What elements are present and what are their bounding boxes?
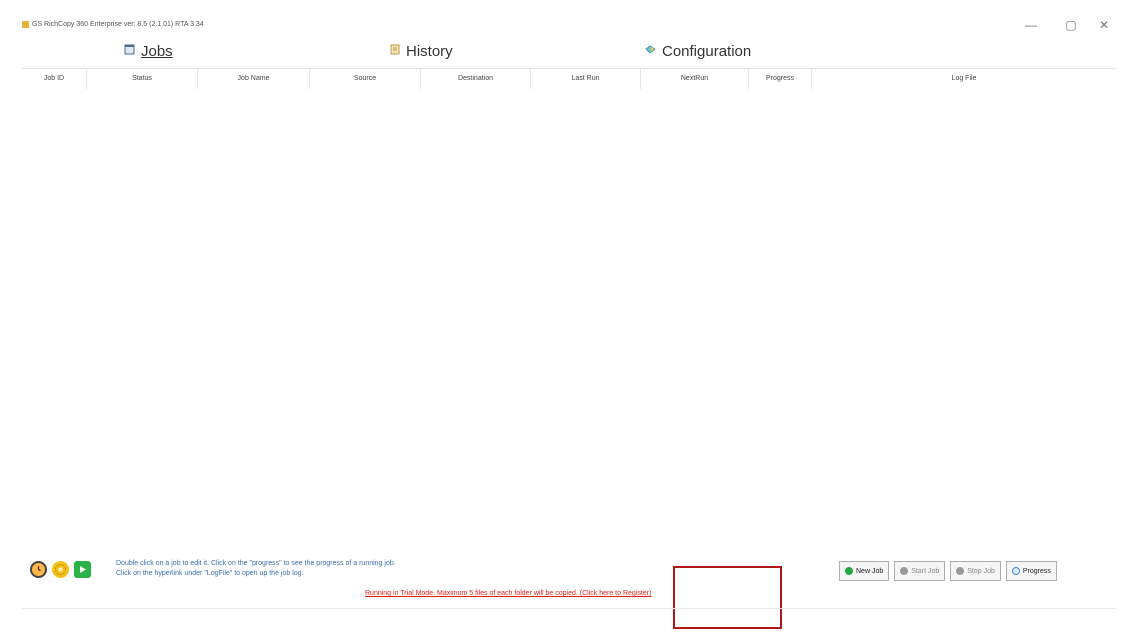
column-job-name[interactable]: Job Name bbox=[198, 69, 310, 89]
help-text: Double click on a job to edit it. Click … bbox=[116, 559, 396, 579]
tab-history-label: History bbox=[406, 42, 453, 60]
column-status[interactable]: Status bbox=[87, 69, 198, 89]
minimize-button[interactable]: — bbox=[1021, 18, 1041, 32]
register-link[interactable]: (Click here to Register) bbox=[580, 590, 652, 597]
start-job-icon bbox=[900, 567, 909, 575]
column-destination[interactable]: Destination bbox=[421, 69, 531, 89]
column-next-run[interactable]: NextRun bbox=[641, 69, 749, 89]
jobs-table-header: Job ID Status Job Name Source Destinatio… bbox=[22, 68, 1116, 90]
progress-label: Progress bbox=[1022, 567, 1051, 575]
status-bar-divider bbox=[22, 608, 1116, 609]
trial-mode-notice: Running in Trial Mode. Maximum 5 files o… bbox=[365, 590, 651, 597]
stop-job-label: Stop Job bbox=[967, 567, 995, 575]
column-job-id[interactable]: Job ID bbox=[22, 69, 87, 89]
start-job-button[interactable]: Start Job bbox=[894, 561, 946, 581]
register-highlight-box bbox=[673, 566, 782, 629]
trial-mode-text: Running in Trial Mode. Maximum 5 files o… bbox=[365, 590, 578, 597]
tab-jobs[interactable]: Jobs bbox=[124, 38, 173, 64]
settings-gears-icon[interactable] bbox=[52, 561, 69, 578]
stop-job-icon bbox=[956, 567, 965, 575]
column-progress[interactable]: Progress bbox=[749, 69, 812, 89]
progress-button[interactable]: Progress bbox=[1005, 561, 1057, 581]
new-job-button[interactable]: New Job bbox=[839, 561, 890, 581]
stop-job-button[interactable]: Stop Job bbox=[950, 561, 1001, 581]
title-bar: GS RichCopy 360 Enterprise ver: 8.5 (2.1… bbox=[0, 0, 1143, 40]
app-title: GS RichCopy 360 Enterprise ver: 8.5 (2.1… bbox=[22, 21, 204, 28]
scheduler-clock-icon[interactable] bbox=[30, 561, 47, 578]
jobs-table-body[interactable] bbox=[22, 89, 1116, 539]
column-source[interactable]: Source bbox=[310, 69, 421, 89]
tab-configuration-label: Configuration bbox=[662, 42, 752, 60]
new-job-icon bbox=[845, 567, 853, 575]
help-line-2: Click on the hyperlink under "LogFile" t… bbox=[116, 570, 304, 577]
app-title-text: GS RichCopy 360 Enterprise ver: 8.5 (2.1… bbox=[32, 21, 204, 28]
column-last-run[interactable]: Last Run bbox=[531, 69, 641, 89]
maximize-button[interactable]: ▢ bbox=[1061, 18, 1081, 32]
help-line-1: Double click on a job to edit it. Click … bbox=[116, 560, 396, 567]
app-logo-icon bbox=[22, 21, 29, 28]
run-job-icon[interactable] bbox=[74, 561, 91, 578]
new-job-label: New Job bbox=[856, 567, 884, 575]
magnifier-icon bbox=[1011, 567, 1020, 575]
job-action-buttons: New Job Start Job Stop Job Progress bbox=[839, 561, 1057, 581]
history-icon bbox=[390, 44, 400, 58]
column-log-file[interactable]: Log File bbox=[812, 69, 1116, 89]
tab-jobs-label: Jobs bbox=[141, 42, 173, 60]
tab-history[interactable]: History bbox=[390, 38, 453, 64]
tab-configuration[interactable]: Configuration bbox=[645, 38, 751, 64]
start-job-label: Start Job bbox=[911, 567, 940, 575]
jobs-icon bbox=[124, 44, 135, 58]
footer-toolbar bbox=[30, 561, 91, 578]
close-button[interactable]: ✕ bbox=[1094, 18, 1114, 32]
configuration-icon bbox=[645, 45, 656, 57]
